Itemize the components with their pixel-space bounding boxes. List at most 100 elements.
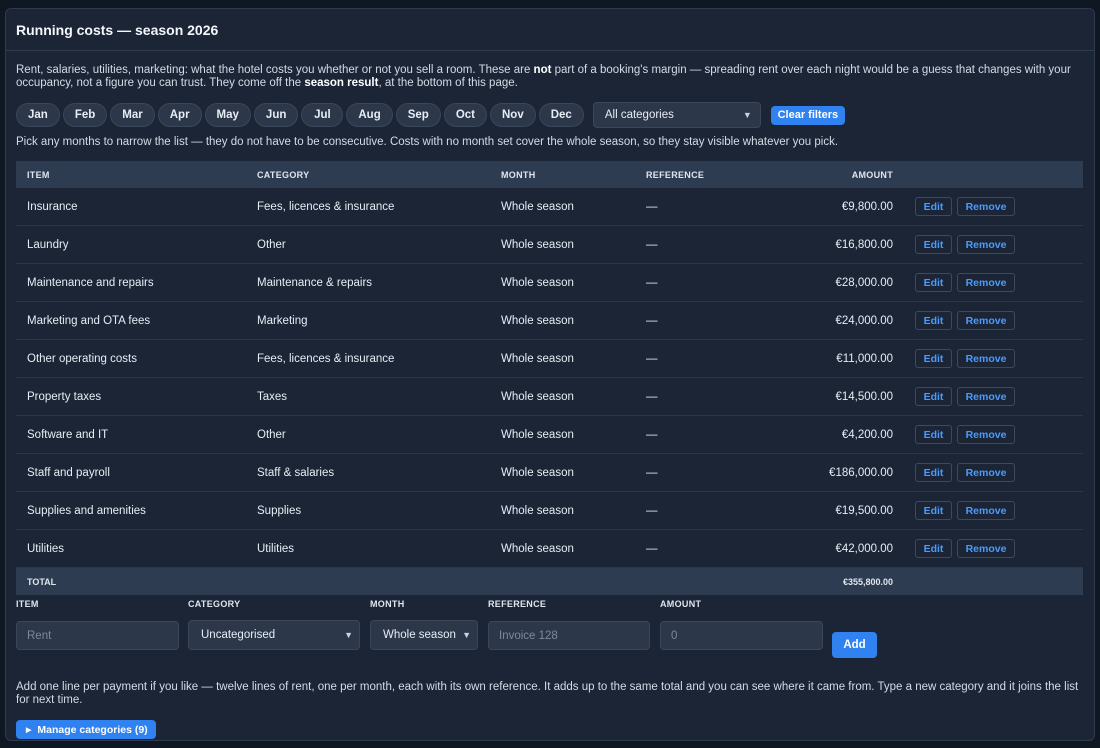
column-header-reference: REFERENCE [646, 169, 705, 180]
cell-month: Whole season [501, 428, 574, 441]
cell-month: Whole season [501, 352, 574, 365]
edit-button[interactable]: Edit [915, 501, 952, 520]
column-header-category: CATEGORY [257, 169, 310, 180]
month-select[interactable]: Whole season ▼ [370, 620, 478, 650]
clear-filters-button[interactable]: Clear filters [770, 105, 845, 125]
cell-item: Marketing and OTA fees [27, 314, 151, 327]
footer-note: Add one line per payment if you like — t… [16, 681, 1079, 706]
category-select-value: Uncategorised [201, 629, 276, 641]
add-cost-button[interactable]: Add [832, 632, 877, 658]
total-amount: €355,800.00 [842, 576, 893, 587]
remove-button[interactable]: Remove [957, 387, 1015, 406]
cell-reference: — [646, 238, 658, 251]
remove-button[interactable]: Remove [957, 463, 1015, 482]
edit-button[interactable]: Edit [915, 463, 952, 482]
cell-amount: €24,000.00 [835, 314, 893, 327]
table-header: ITEM CATEGORY MONTH REFERENCE AMOUNT [16, 161, 1083, 188]
chevron-down-icon: ▼ [344, 630, 353, 640]
cell-reference: — [646, 276, 658, 289]
manage-categories-button[interactable]: ▶ Manage categories (9) [16, 720, 156, 739]
month-pill-dec[interactable]: Dec [538, 103, 584, 127]
cell-category: Other [257, 238, 286, 251]
month-field: MONTH Whole season ▼ [370, 599, 478, 650]
category-field: CATEGORY Uncategorised ▼ [188, 599, 360, 650]
cell-reference: — [646, 428, 658, 441]
edit-button[interactable]: Edit [915, 387, 952, 406]
edit-button[interactable]: Edit [915, 273, 952, 292]
remove-button[interactable]: Remove [957, 501, 1015, 520]
remove-button[interactable]: Remove [957, 311, 1015, 330]
remove-button[interactable]: Remove [957, 425, 1015, 444]
filter-hint: Pick any months to narrow the list — the… [16, 136, 839, 148]
cell-item: Laundry [27, 238, 69, 251]
category-select[interactable]: Uncategorised ▼ [188, 620, 360, 650]
cell-reference: — [646, 466, 658, 479]
edit-button[interactable]: Edit [915, 311, 952, 330]
row-actions: Edit Remove [894, 539, 1083, 558]
triangle-right-icon: ▶ [26, 726, 32, 734]
running-costs-panel: Running costs — season 2026 Rent, salari… [5, 8, 1095, 741]
remove-button[interactable]: Remove [957, 349, 1015, 368]
category-filter-value: All categories [604, 109, 674, 121]
cell-item: Utilities [27, 542, 65, 555]
cell-category: Taxes [257, 390, 288, 403]
month-pill-nov[interactable]: Nov [490, 103, 536, 127]
panel-header: Running costs — season 2026 [6, 9, 1094, 51]
month-pill-sep[interactable]: Sep [395, 103, 441, 127]
table-row: Laundry Other Whole season — €16,800.00 Edit R… [16, 226, 1083, 264]
remove-button[interactable]: Remove [957, 273, 1015, 292]
amount-field-label: AMOUNT [660, 599, 702, 609]
month-pill-mar[interactable]: Mar [110, 103, 155, 127]
cell-amount: €42,000.00 [835, 542, 893, 555]
month-pill-apr[interactable]: Apr [157, 103, 202, 127]
cell-amount: €9,800.00 [841, 200, 893, 213]
month-pill-jan[interactable]: Jan [16, 103, 60, 127]
filter-bar: Jan Feb Mar Apr May Jun Jul Aug Sep Oct Nov Dec All… [16, 102, 845, 128]
cell-month: Whole season [501, 200, 574, 213]
intro-part-1: Rent, salaries, utilities, marketing: wh… [16, 64, 534, 76]
table-row: Property taxes Taxes Whole season — €14,500.… [16, 378, 1083, 416]
row-actions: Edit Remove [894, 235, 1083, 254]
remove-button[interactable]: Remove [957, 539, 1015, 558]
amount-input[interactable]: 0 [660, 621, 823, 650]
category-filter-select[interactable]: All categories ▼ [592, 102, 761, 128]
month-pill-jun[interactable]: Jun [253, 103, 299, 127]
edit-button[interactable]: Edit [915, 349, 952, 368]
cell-amount: €4,200.00 [841, 428, 893, 441]
reference-input[interactable]: Invoice 128 [488, 621, 650, 650]
cell-item: Maintenance and repairs [27, 276, 154, 289]
cell-month: Whole season [501, 390, 574, 403]
edit-button[interactable]: Edit [915, 235, 952, 254]
month-pill-feb[interactable]: Feb [62, 103, 108, 127]
edit-button[interactable]: Edit [915, 197, 952, 216]
cell-amount: €11,000.00 [836, 352, 893, 365]
cell-category: Marketing [257, 314, 308, 327]
cell-month: Whole season [501, 314, 574, 327]
intro-bold-1: not [533, 64, 552, 76]
table-row: Utilities Utilities Whole season — €42,000.0… [16, 530, 1083, 568]
edit-button[interactable]: Edit [915, 539, 952, 558]
cell-amount: €28,000.00 [835, 276, 893, 289]
month-pill-oct[interactable]: Oct [443, 103, 487, 127]
column-header-item: ITEM [27, 169, 50, 180]
reference-field-label: REFERENCE [488, 599, 547, 609]
cell-reference: — [646, 200, 658, 213]
remove-button[interactable]: Remove [957, 197, 1015, 216]
month-field-label: MONTH [370, 599, 405, 609]
edit-button[interactable]: Edit [915, 425, 952, 444]
cell-month: Whole season [501, 466, 574, 479]
month-pill-aug[interactable]: Aug [346, 103, 393, 127]
amount-field: AMOUNT 0 [660, 599, 823, 650]
row-actions: Edit Remove [894, 311, 1083, 330]
month-pill-may[interactable]: May [204, 103, 251, 127]
reference-field: REFERENCE Invoice 128 [488, 599, 650, 650]
item-field: ITEM Rent [16, 599, 179, 650]
category-field-label: CATEGORY [188, 599, 241, 609]
intro-part-3: , at the bottom of this page. [378, 77, 518, 89]
remove-button[interactable]: Remove [957, 235, 1015, 254]
column-header-month: MONTH [501, 169, 536, 180]
intro-bold-2: season result [304, 77, 379, 89]
month-pill-jul[interactable]: Jul [301, 103, 344, 127]
cell-reference: — [646, 352, 658, 365]
item-input[interactable]: Rent [16, 621, 179, 650]
